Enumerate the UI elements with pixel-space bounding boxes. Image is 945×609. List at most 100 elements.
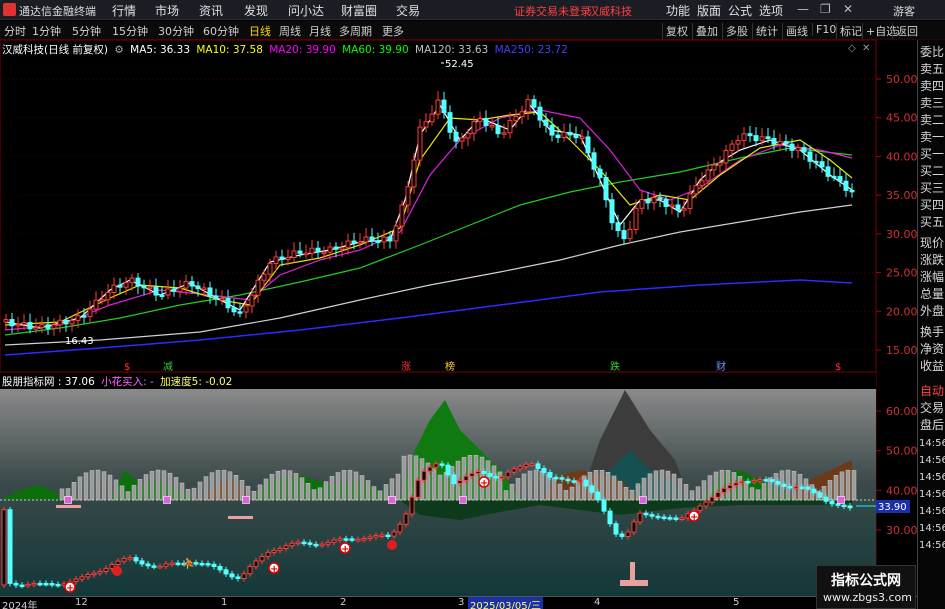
sidebar-item-buy1[interactable]: 买一 (920, 147, 944, 162)
trade-time: 14:56 (919, 472, 945, 483)
sidebar-item-change[interactable]: 涨跌 (920, 253, 944, 268)
indicator-axis-label: 60.00 (886, 405, 917, 418)
indicator-bar (683, 484, 689, 501)
sidebar-item-sell3[interactable]: 卖三 (920, 96, 944, 111)
sidebar-trade[interactable]: 交易 (920, 401, 944, 416)
sidebar-item-sell1[interactable]: 卖一 (920, 130, 944, 145)
event-marker-reduce[interactable]: 减 (163, 361, 173, 373)
candle-body (501, 132, 507, 135)
trade-time: 14:56 (919, 438, 945, 449)
sidebar-item-buy3[interactable]: 买三 (920, 181, 944, 196)
indicator-candle-body (397, 523, 403, 533)
indicator-candle-body (349, 538, 355, 541)
indicator-bar (137, 479, 143, 501)
kline-chart[interactable]: 52.45 16.43 50.00 45.00 40.00 35.00 30.00 25.… (0, 0, 917, 609)
indicator-bar (215, 470, 221, 501)
indicator-candle-body (457, 480, 463, 484)
indicator-bar (101, 471, 107, 501)
indicator-candle-body (439, 463, 445, 466)
settings-gear-icon[interactable]: ⚙ (114, 44, 123, 56)
sidebar-item-volume[interactable]: 总量 (920, 287, 944, 302)
indicator-bar (827, 480, 833, 501)
sidebar-item-weibi[interactable]: 委比 (920, 45, 944, 60)
sidebar-item-buy5[interactable]: 买五 (920, 215, 944, 230)
indicator-bar (341, 470, 347, 501)
indicator-candle-body (19, 584, 25, 588)
indicator-axis: 60.00 50.00 40.00 30.00 (876, 405, 917, 537)
candle-body (381, 236, 387, 243)
indicator-bar (557, 483, 563, 501)
sell-signal-icon[interactable] (112, 566, 122, 576)
sidebar-item-sell4[interactable]: 卖四 (920, 79, 944, 94)
indicator-candle-body (13, 582, 19, 586)
indicator-candle-body (199, 562, 205, 566)
sidebar-item-sell2[interactable]: 卖二 (920, 113, 944, 128)
indicator-bar (689, 490, 695, 501)
candle-body (249, 294, 255, 307)
indicator-bar (185, 489, 191, 501)
indicator-bar (119, 485, 125, 501)
quote-sidebar: 委比 卖五 卖四 卖三 卖二 卖一 买一 买二 买三 买四 买五 现价 涨跌 涨… (917, 40, 945, 609)
candle-body (657, 197, 663, 200)
indicator-bar (113, 479, 119, 501)
sidebar-item-outer[interactable]: 外盘 (920, 304, 944, 319)
candle-body (159, 294, 165, 298)
sidebar-item-buy2[interactable]: 买二 (920, 164, 944, 179)
indicator-candle-body (127, 557, 133, 560)
chart-close-icon[interactable]: ✕ (862, 43, 870, 54)
candle-body (585, 136, 591, 154)
indicator-candle-body (577, 479, 583, 483)
flower-marker-icon (459, 496, 467, 504)
candle-body (591, 152, 597, 170)
indicator-bar (617, 480, 623, 501)
sidebar-auto[interactable]: 自动 (920, 384, 944, 399)
chart-options-icon[interactable]: ◇ (848, 43, 856, 54)
date-label: 1 (221, 597, 228, 608)
candle-body (63, 319, 69, 325)
sidebar-item-buy4[interactable]: 买四 (920, 198, 944, 213)
trade-time: 14:56 (919, 455, 945, 466)
event-marker-dollar[interactable]: $ (124, 362, 130, 373)
indicator-candle-body (277, 548, 283, 551)
candle-body (39, 324, 45, 329)
indicator-legend: 股朋指标网 : 37.06 小花买入: - 加速度5: -0.02 (2, 374, 235, 389)
candle-body (615, 222, 621, 232)
pink-bar (630, 562, 635, 580)
sidebar-item-turnover[interactable]: 换手 (920, 325, 944, 340)
indicator-candle-body (115, 560, 121, 565)
sidebar-item-eps[interactable]: 收益 (920, 359, 944, 374)
indicator-bar (851, 470, 857, 501)
candle-body (93, 299, 99, 310)
indicator-title: 股朋指标网 : 37.06 (2, 376, 95, 388)
sidebar-item-sell5[interactable]: 卖五 (920, 62, 944, 77)
indicator-bar (167, 472, 173, 501)
indicator-candle-body (301, 541, 307, 545)
event-marker-fall[interactable]: 跌 (610, 360, 620, 373)
indicator-bar (143, 474, 149, 501)
event-marker-rank[interactable]: 榜 (445, 360, 455, 373)
indicator-candle-body (631, 521, 637, 533)
candle-body (837, 176, 843, 182)
sidebar-item-change-pct[interactable]: 涨幅 (920, 270, 944, 285)
watermark: 指标公式网 www.zbgs3.com (816, 565, 916, 609)
indicator-candle-body (325, 541, 331, 545)
indicator-bar (371, 486, 377, 501)
indicator-candle-body (757, 479, 763, 482)
candle-body (555, 134, 561, 139)
sidebar-after-hours[interactable]: 盘后 (920, 418, 944, 433)
trade-time: 14:56 (919, 489, 945, 500)
candle-body (735, 139, 741, 145)
ma120-label: MA120: 33.63 (415, 44, 489, 56)
event-marker-finance[interactable]: 财 (716, 360, 726, 373)
runner-icon: ⛹ (182, 556, 196, 570)
event-marker-rise[interactable]: 涨 (401, 361, 411, 373)
sell-signal-icon[interactable] (387, 540, 397, 550)
sidebar-item-net-asset[interactable]: 净资 (920, 342, 944, 357)
event-marker-dollar-2[interactable]: $ (835, 362, 841, 373)
sidebar-item-price[interactable]: 现价 (920, 236, 944, 251)
indicator-candle-body (655, 515, 661, 519)
candle-body (543, 119, 549, 126)
indicator-bar (521, 473, 527, 501)
indicator-bar (755, 489, 761, 501)
indicator-candle-body (289, 542, 295, 547)
